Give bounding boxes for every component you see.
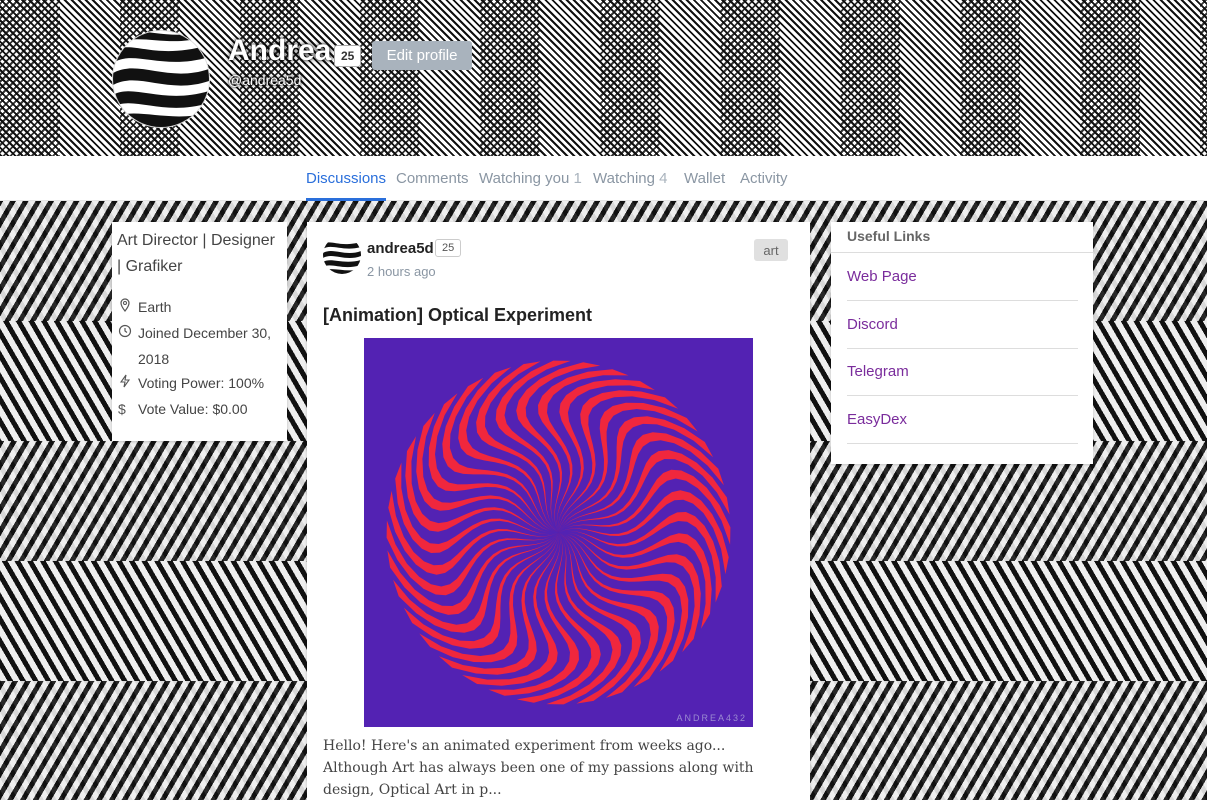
location-icon [118, 294, 138, 320]
lightning-icon [118, 370, 138, 396]
post-author-avatar[interactable] [323, 236, 361, 274]
tab-count: 1 [573, 170, 582, 187]
tab-watching[interactable]: Watching 4 [593, 170, 668, 187]
tab-activity[interactable]: Activity [740, 170, 788, 187]
reputation-badge: 25 [334, 45, 362, 67]
link-discord[interactable]: Discord [847, 301, 1078, 349]
avatar[interactable] [112, 30, 210, 128]
image-watermark: ANDREA432 [676, 713, 747, 723]
post-author-name[interactable]: andrea5d [367, 240, 434, 257]
vote-value-row: $ Vote Value: $0.00 [118, 396, 283, 422]
link-telegram[interactable]: Telegram [847, 348, 1078, 396]
profile-name: Andrea [228, 34, 332, 67]
edit-profile-button[interactable]: Edit profile [372, 41, 472, 70]
profile-handle: @andrea5d [228, 72, 302, 88]
tab-label: Watching [593, 170, 655, 187]
post-author-reputation: 25 [435, 239, 462, 257]
tab-label: Activity [740, 170, 788, 187]
voting-power-text: Voting Power: 100% [138, 375, 265, 391]
post-image[interactable]: ANDREA432 [364, 338, 753, 727]
tab-label: Discussions [306, 170, 387, 187]
tab-label: Wallet [684, 170, 726, 187]
post-card: andrea5d 25 2 hours ago art [Animation] … [307, 222, 810, 800]
tab-comments[interactable]: Comments [396, 170, 469, 187]
useful-links-title: Useful Links [847, 228, 931, 244]
useful-links-card: Useful Links Web Page Discord Telegram E… [831, 222, 1093, 464]
tab-wallet[interactable]: Wallet [684, 170, 725, 187]
profile-info-card: Art Director | Designer | Grafiker Earth… [112, 222, 287, 441]
tab-watching-you[interactable]: Watching you 1 [479, 170, 582, 187]
clock-icon [118, 320, 138, 372]
location-text: Earth [138, 299, 172, 315]
profile-tabs: Discussions Comments Watching you 1 Watc… [0, 156, 1207, 201]
vote-value-text: Vote Value: $0.00 [138, 401, 248, 417]
link-easydex[interactable]: EasyDex [847, 396, 1078, 444]
tab-discussions[interactable]: Discussions [306, 170, 387, 201]
tab-label: Comments [396, 170, 469, 187]
joined-text: Joined December 30, 2018 [138, 325, 272, 367]
location-row: Earth [118, 294, 283, 320]
link-web-page[interactable]: Web Page [847, 253, 1078, 301]
optical-spiral-image [386, 360, 731, 705]
post-title[interactable]: [Animation] Optical Experiment [323, 305, 592, 326]
profile-about: Art Director | Designer | Grafiker [117, 232, 275, 275]
tab-count: 4 [659, 170, 668, 187]
tab-label: Watching you [479, 170, 570, 187]
voting-power-row: Voting Power: 100% [118, 370, 283, 396]
post-excerpt: Hello! Here's an animated experiment fro… [323, 738, 754, 798]
post-timestamp[interactable]: 2 hours ago [367, 264, 436, 279]
profile-header: Andrea 25 Edit profile @andrea5d [0, 0, 1207, 156]
joined-row: Joined December 30, 2018 [118, 320, 283, 372]
dollar-icon: $ [118, 401, 126, 417]
post-tag[interactable]: art [754, 239, 788, 261]
